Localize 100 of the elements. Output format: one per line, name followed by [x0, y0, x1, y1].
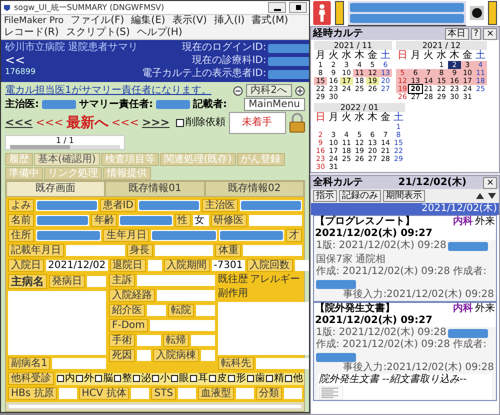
nav-link[interactable]: <<<	[111, 117, 139, 129]
input-field[interactable]	[66, 245, 125, 256]
text-area[interactable]	[218, 302, 309, 355]
field-label: 体重	[215, 244, 242, 257]
lock-icon[interactable]	[288, 112, 305, 134]
entry-footer: 事後入力:2021/12/02(木) 09:28	[343, 362, 494, 373]
checkbox[interactable]: 歯	[247, 372, 265, 384]
input-field[interactable]	[148, 260, 162, 271]
input-field[interactable]	[154, 245, 214, 256]
figure-icon[interactable]	[313, 1, 331, 25]
nav-link[interactable]: 最新へ	[66, 117, 108, 129]
input-field[interactable]	[36, 230, 102, 241]
input-field[interactable]	[284, 388, 302, 399]
month-label: 2021 / 11	[314, 41, 392, 50]
toolbar-button[interactable]: 記録のみ	[339, 190, 381, 202]
toolbar-button[interactable]: 期間表示	[383, 190, 425, 202]
input-field[interactable]	[256, 358, 309, 369]
input-field[interactable]	[87, 276, 106, 287]
input-field[interactable]	[243, 245, 302, 256]
back-link[interactable]: <<	[5, 54, 138, 66]
checkbox[interactable]: 形	[228, 372, 246, 384]
input-field[interactable]	[191, 335, 215, 346]
tab[interactable]: 既存情報02	[204, 181, 304, 197]
notes-area[interactable]	[8, 404, 302, 409]
department-label: 内科	[453, 216, 473, 228]
record-pager[interactable]: 1 / 1	[5, 135, 125, 150]
input-field[interactable]	[52, 358, 106, 369]
checkbox[interactable]: 内	[57, 372, 75, 384]
tab[interactable]: 既存情報01	[105, 181, 205, 197]
menu-item[interactable]: 表示(V)	[172, 15, 207, 27]
minimize-button[interactable]	[268, 2, 286, 13]
input-field[interactable]	[138, 200, 200, 211]
checkbox[interactable]: 外	[76, 372, 94, 384]
document-thumbnail[interactable]	[319, 386, 343, 400]
nav-link[interactable]: <<<	[5, 117, 33, 129]
close-button[interactable]: ×	[483, 28, 497, 40]
input-field[interactable]	[218, 230, 284, 241]
menu-item[interactable]: 編集(E)	[131, 15, 166, 27]
input-field[interactable]	[137, 350, 151, 361]
up-arrow-icon[interactable]	[475, 191, 485, 201]
close-button[interactable]: ×	[483, 176, 498, 188]
checkbox[interactable]: 他	[285, 372, 303, 384]
input-field[interactable]	[201, 350, 215, 361]
input-field[interactable]	[157, 290, 215, 301]
menu-item[interactable]: 書式(M)	[252, 15, 288, 27]
input-field[interactable]	[236, 388, 254, 399]
input-field[interactable]	[58, 388, 77, 399]
down-arrow-icon[interactable]	[487, 191, 497, 201]
field-label: 紹介医	[109, 304, 145, 317]
input-field[interactable]: 女	[192, 215, 209, 226]
tab[interactable]: 既存画面	[6, 181, 106, 197]
plus-icon[interactable]	[295, 86, 305, 96]
input-field[interactable]	[119, 215, 173, 226]
tag-icon	[335, 1, 344, 25]
input-field[interactable]	[36, 200, 98, 211]
menu-item[interactable]: ファイル(F)	[70, 15, 124, 27]
help-button[interactable]: ?	[470, 28, 482, 40]
checkbox[interactable]: 泌	[133, 372, 151, 384]
input-field[interactable]	[131, 388, 150, 399]
input-field[interactable]	[196, 305, 215, 316]
menu-item[interactable]: ヘルプ(H)	[136, 27, 182, 39]
menu-item[interactable]: レコード(R)	[4, 27, 59, 39]
input-field[interactable]	[294, 260, 309, 271]
input-field[interactable]	[178, 388, 196, 399]
tab[interactable]: 基本(確認用)	[34, 153, 100, 166]
input-field[interactable]	[248, 215, 302, 226]
chart-entry[interactable]: 【プログレスノート】2021/12/02(木) 09:27 内科 外来 1版: 2021/12/02(木) 09:28 国保7家 通院相 作成: 2021/12/02(木) 09:28 作成者: 事後入力:2021/12/02(木) 09:28	[313, 215, 497, 302]
menu-item[interactable]: FileMaker Pro	[4, 15, 64, 27]
menu-item[interactable]: スクリプト(S)	[66, 27, 130, 39]
checkbox[interactable]: 小	[152, 372, 170, 384]
checkbox[interactable]: 整	[114, 372, 132, 384]
input-field[interactable]	[137, 335, 161, 346]
input-field[interactable]	[147, 305, 166, 316]
input-field[interactable]: -7301	[212, 260, 245, 271]
today-button[interactable]: 本日	[444, 28, 469, 40]
main-menu-button[interactable]: MainMenu	[244, 98, 305, 111]
department-button[interactable]: 内科2へ	[246, 84, 292, 97]
checkbox[interactable]: 耳	[190, 372, 208, 384]
record-icon[interactable]	[470, 6, 484, 20]
minus-icon[interactable]	[232, 86, 243, 96]
delete-request-checkbox[interactable]: 削除依頼	[176, 117, 226, 129]
input-field[interactable]: 2021/12/02	[46, 260, 108, 271]
input-field[interactable]	[137, 275, 215, 286]
input-field[interactable]	[36, 215, 90, 226]
input-field[interactable]	[150, 320, 215, 331]
toolbar-button[interactable]: 指示	[313, 190, 337, 202]
checkbox[interactable]: 眼	[171, 372, 189, 384]
nav-link[interactable]: <<<	[36, 117, 64, 129]
input-field[interactable]	[151, 230, 217, 241]
nav-link[interactable]: >>>	[142, 117, 170, 129]
menu-item[interactable]: 挿入(I)	[214, 15, 245, 27]
notice-link[interactable]: 電カル担当医1がサマリー責任者になります。	[5, 84, 212, 96]
field-label: 研修医	[210, 214, 247, 227]
input-field[interactable]	[240, 200, 302, 211]
text-area[interactable]	[8, 291, 106, 355]
checkbox[interactable]: 精	[266, 372, 284, 384]
checkbox[interactable]: 皮	[209, 372, 227, 384]
checkbox[interactable]: 脳	[95, 372, 113, 384]
maximize-button[interactable]	[289, 2, 307, 13]
chart-entry[interactable]: 【院外発生文書】2021/12/02(木) 09:27 内科 外来 1版: 2021/12/02(木) 09:28 作成: 2021/12/02(木) 09:28 作成者: 事後入力:2021/12/02(木) 09:28 院外発生文書 --紹文書取り込み--	[313, 302, 497, 401]
